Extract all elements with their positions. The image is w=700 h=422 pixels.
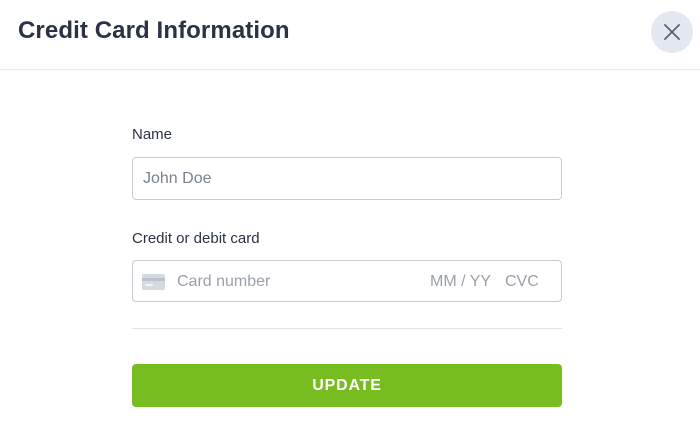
name-input[interactable]	[132, 157, 562, 200]
card-label: Credit or debit card	[132, 230, 260, 247]
credit-card-icon	[142, 274, 165, 290]
card-number-placeholder[interactable]: Card number	[177, 272, 270, 292]
card-expiry-placeholder[interactable]: MM / YY	[430, 272, 491, 292]
credit-card-dialog: Credit Card Information Name Credit or d…	[0, 0, 700, 422]
card-cvc-placeholder[interactable]: CVC	[505, 272, 539, 292]
update-button[interactable]: UPDATE	[132, 364, 562, 407]
dialog-title: Credit Card Information	[18, 17, 290, 44]
card-input[interactable]: Card number MM / YY CVC	[132, 260, 562, 302]
close-button[interactable]	[651, 11, 693, 53]
divider	[132, 328, 562, 329]
dialog-header: Credit Card Information	[0, 0, 700, 70]
close-icon	[664, 24, 680, 40]
name-label: Name	[132, 126, 173, 143]
